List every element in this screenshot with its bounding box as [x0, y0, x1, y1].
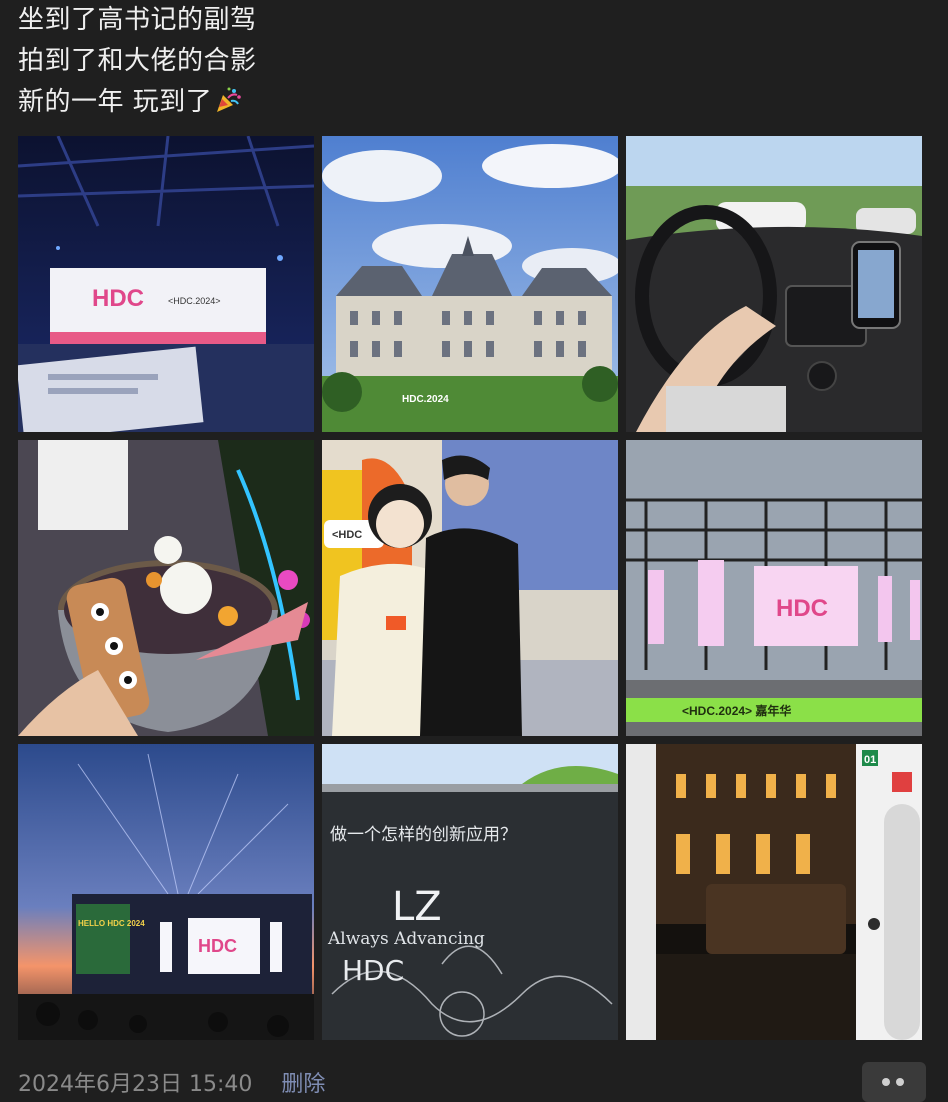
more-dots-icon	[882, 1078, 890, 1086]
photo-dessert-cup[interactable]	[18, 440, 314, 736]
outdoor-screen-text: HDC	[776, 595, 828, 622]
chalk-line-3: Always Advancing	[327, 929, 485, 949]
photo-grid: HDC <HDC.2024> HDC.2024 <HDC HDC <HDC.20…	[18, 136, 922, 1040]
photo-night-building[interactable]: 01	[626, 744, 922, 1040]
post-line-2: 拍到了和大佬的合影	[18, 46, 257, 76]
post-footer: 2024年6月23日 15:40 删除	[18, 1066, 325, 1098]
chalk-line-1: 做一个怎样的创新应用？	[330, 825, 517, 845]
photo-sunset-stage[interactable]: HDC HELLO HDC 2024	[18, 744, 314, 1040]
chateau-sign-text: HDC.2024	[402, 394, 449, 405]
photo-chalkboard[interactable]: 做一个怎样的创新应用？ LZ Always Advancing HDC	[322, 744, 618, 1040]
photo-group-selfie[interactable]: <HDC	[322, 440, 618, 736]
party-popper-icon	[214, 86, 242, 127]
screen-logo-text: HDC	[92, 285, 144, 312]
chalk-line-4: HDC	[342, 954, 404, 987]
photo-car-driving[interactable]	[626, 136, 922, 432]
screen-sub-text: <HDC.2024>	[168, 296, 221, 306]
post-line-3-text: 新的一年 玩到了	[18, 87, 213, 117]
sunset-side-text: HELLO HDC 2024	[78, 919, 145, 928]
photo-hdc-stage-night[interactable]: HDC <HDC.2024>	[18, 136, 314, 432]
post-line-3: 新的一年 玩到了	[18, 82, 257, 127]
post-text: 坐到了高书记的副驾 拍到了和大佬的合影 新的一年 玩到了	[18, 0, 257, 127]
delete-link[interactable]: 删除	[281, 1072, 325, 1097]
post-timestamp: 2024年6月23日 15:40	[18, 1072, 253, 1097]
post-line-1: 坐到了高书记的副驾	[18, 5, 257, 35]
photo-outdoor-stage[interactable]: HDC <HDC.2024> 嘉年华	[626, 440, 922, 736]
standee-text: <HDC	[332, 529, 362, 541]
more-dots-icon-dot-2	[896, 1078, 904, 1086]
outdoor-banner-text: <HDC.2024> 嘉年华	[682, 703, 791, 718]
more-button[interactable]	[862, 1062, 926, 1102]
photo-chateau[interactable]: HDC.2024	[322, 136, 618, 432]
sunset-screen-text: HDC	[198, 936, 237, 956]
chalk-line-2: LZ	[392, 884, 442, 930]
door-number: 01	[864, 754, 876, 766]
